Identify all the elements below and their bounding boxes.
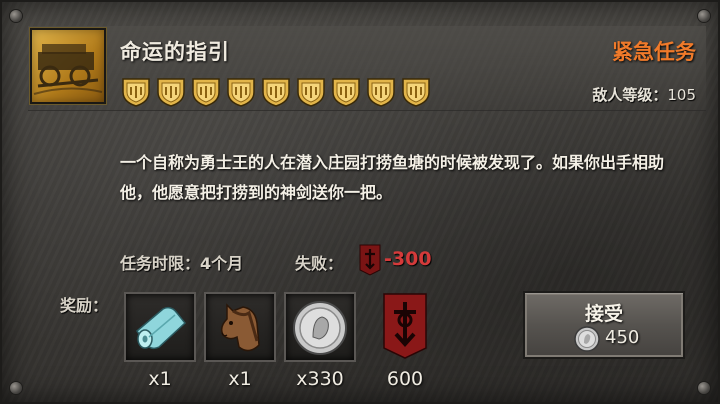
fail-label: 失败： <box>295 254 344 273</box>
cloth-roll-icon <box>136 306 187 350</box>
difficulty-shield-icon <box>155 76 187 108</box>
quest-description: 一个自称为勇士王的人在潜入庄园打捞鱼塘的时候被发现了。如果你出手相助他，他愿意把… <box>120 153 665 202</box>
reward-qty: 600 <box>386 368 424 390</box>
rivet <box>698 382 710 394</box>
reputation-banner-icon <box>359 244 381 276</box>
reputation-banner-icon <box>382 292 428 360</box>
silver-coin-icon <box>293 301 347 355</box>
difficulty-shield-icon <box>365 76 397 108</box>
time-limit: 任务时限：4个月 <box>120 254 244 273</box>
quest-type-label: 紧急任务 <box>612 40 696 64</box>
reward-label: 奖励： <box>60 296 109 315</box>
enemy-level-value: 105 <box>667 86 696 104</box>
quest-title: 命运的指引 <box>120 40 230 64</box>
fail-value: -300 <box>384 248 432 270</box>
accept-button[interactable]: 接受 450 <box>523 291 685 359</box>
rivet <box>10 10 22 22</box>
enemy-level-label: 敌人等级： <box>592 86 668 104</box>
reward-slot-silver[interactable] <box>284 292 356 362</box>
quest-panel: 命运的指引 紧急任务 敌人等级：105 一个自称为勇士王的人在潜入庄园打捞鱼塘的… <box>0 0 720 404</box>
reward-slot-cloth[interactable] <box>124 292 196 362</box>
difficulty-shield-icon <box>330 76 362 108</box>
accept-cost: 450 <box>605 327 640 348</box>
wagon-icon <box>30 28 106 104</box>
difficulty-shield-icon <box>400 76 432 108</box>
difficulty-shield-icon <box>225 76 257 108</box>
reward-qty: x1 <box>148 368 172 390</box>
difficulty-shield-icon <box>295 76 327 108</box>
difficulty-shields <box>120 76 432 108</box>
silver-coin-icon <box>573 325 601 353</box>
horse-icon <box>220 303 260 352</box>
rivet <box>698 10 710 22</box>
rivet <box>10 382 22 394</box>
accept-label: 接受 <box>584 303 623 325</box>
difficulty-shield-icon <box>260 76 292 108</box>
reward-qty: x1 <box>228 368 252 390</box>
difficulty-shield-icon <box>120 76 152 108</box>
enemy-level: 敌人等级：105 <box>592 84 696 105</box>
reward-slot-horse[interactable] <box>204 292 276 362</box>
difficulty-shield-icon <box>190 76 222 108</box>
reward-qty: x330 <box>296 368 344 390</box>
